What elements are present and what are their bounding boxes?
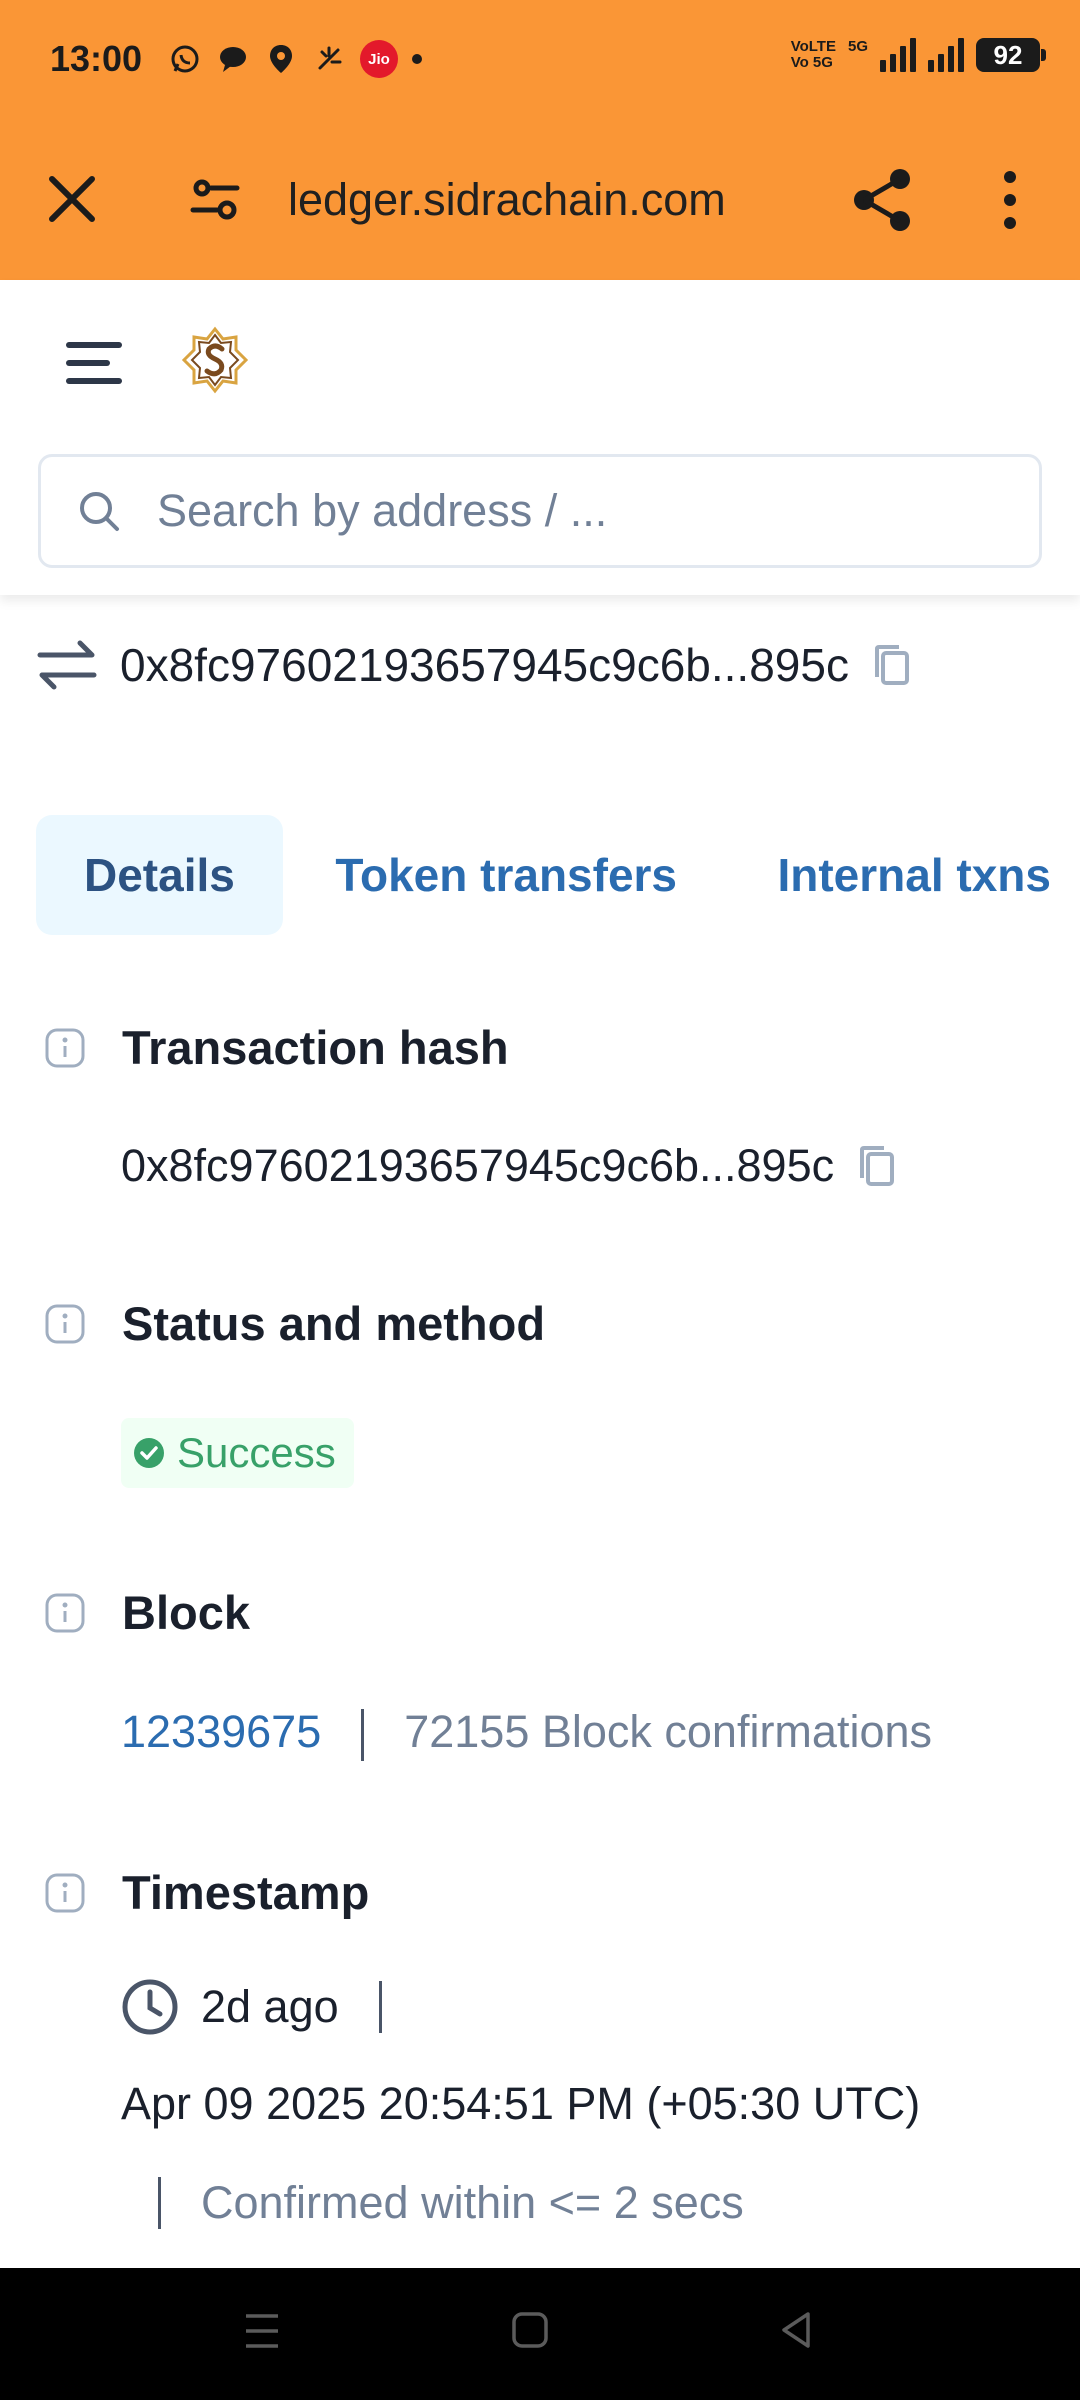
share-icon[interactable] [850, 165, 916, 235]
clock-icon [122, 1979, 178, 2035]
chat-icon [216, 42, 250, 76]
section-title: Timestamp [122, 1866, 370, 1919]
info-icon[interactable] [44, 1027, 86, 1069]
block-number-link[interactable]: 12339675 [121, 1706, 321, 1757]
confirmation-time-row: Confirmed within <= 2 secs [158, 2174, 744, 2230]
more-vert-icon[interactable] [990, 165, 1030, 235]
more-notifications-dot [412, 54, 422, 64]
transaction-hash-value-row: 0x8fc97602193657945c9c6b...895c [121, 1140, 898, 1192]
volte-label: VoLTE [790, 38, 836, 55]
timestamp-relative-row: 2d ago [121, 1978, 422, 2036]
url-bar[interactable]: ledger.sidrachain.com [288, 165, 726, 235]
timestamp-label: Timestamp [44, 1865, 369, 1920]
block-value-row: 12339675 72155 Block confirmations [121, 1706, 933, 1762]
check-circle-icon [134, 1438, 164, 1468]
system-nav-bar [0, 2268, 1080, 2400]
status-bar: 13:00 Jio VoLTE Vo 5G 5G 92 [0, 0, 1080, 125]
back-icon[interactable] [776, 2308, 816, 2354]
divider [158, 2177, 161, 2230]
section-title: Block [122, 1586, 250, 1639]
transaction-hash-label: Transaction hash [44, 1020, 509, 1075]
home-icon[interactable] [510, 2308, 550, 2354]
page-header [0, 280, 1080, 595]
jio-icon: Jio [360, 40, 398, 78]
whatsapp-icon [168, 42, 202, 76]
timestamp-relative: 2d ago [201, 1981, 339, 2033]
status-badge-text: Success [177, 1429, 336, 1476]
info-icon[interactable] [44, 1872, 86, 1914]
copy-icon[interactable] [869, 641, 913, 689]
section-title: Status and method [122, 1297, 546, 1350]
recents-icon[interactable] [242, 2308, 282, 2354]
tab-details[interactable]: Details [36, 815, 283, 935]
signal-icon [880, 38, 916, 72]
menu-icon[interactable] [66, 342, 124, 386]
network-type: VoLTE Vo 5G [791, 39, 836, 71]
tx-hash-title: 0x8fc97602193657945c9c6b...895c [120, 639, 849, 691]
confirmation-time: Confirmed within <= 2 secs [201, 2177, 744, 2229]
block-label: Block [44, 1585, 250, 1640]
status-badge: Success [121, 1418, 354, 1488]
info-icon[interactable] [44, 1592, 86, 1634]
divider [378, 1981, 382, 2034]
battery-icon: 92 [976, 38, 1046, 72]
tab-bar: Details Token transfers Internal txns [36, 815, 1080, 935]
status-time: 13:00 [50, 38, 143, 79]
timestamp-absolute: Apr 09 2025 20:54:51 PM (+05:30 UTC) [121, 2078, 921, 2129]
transaction-icon [37, 640, 97, 690]
5g-label: 5G [847, 38, 868, 55]
vo5g-label: Vo 5G [790, 54, 833, 71]
search-box[interactable] [38, 454, 1042, 568]
block-confirmations: 72155 Block confirmations [404, 1706, 933, 1757]
search-icon [80, 492, 119, 531]
tab-token-transfers[interactable]: Token transfers [287, 815, 725, 935]
info-icon[interactable] [44, 1303, 86, 1345]
section-title: Transaction hash [122, 1021, 509, 1074]
location-icon [264, 42, 298, 76]
tune-icon[interactable] [185, 170, 245, 230]
system-indicators: VoLTE Vo 5G 5G 92 [791, 38, 1046, 72]
signal-icon-2 [928, 38, 964, 72]
transaction-hash-value: 0x8fc97602193657945c9c6b...895c [121, 1140, 835, 1191]
logo-icon[interactable] [180, 325, 250, 395]
browser-toolbar: ledger.sidrachain.com [0, 125, 1080, 280]
copy-icon[interactable] [854, 1142, 898, 1190]
app-icon [312, 42, 346, 76]
notification-icons: Jio [168, 40, 422, 78]
tab-internal-txns[interactable]: Internal txns [729, 815, 1080, 935]
close-icon[interactable] [40, 167, 104, 231]
divider [361, 1709, 365, 1762]
status-label: Status and method [44, 1296, 545, 1351]
search-input[interactable] [157, 475, 1017, 547]
tx-title-row: 0x8fc97602193657945c9c6b...895c [36, 630, 1046, 700]
